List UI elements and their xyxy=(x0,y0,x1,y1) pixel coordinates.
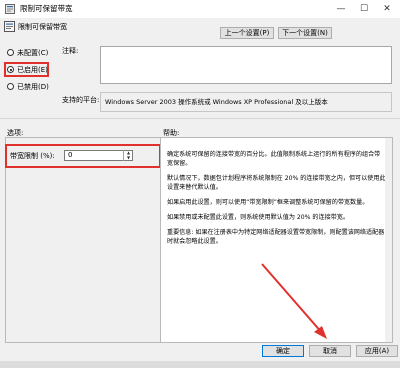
apply-button[interactable]: 应用(A) xyxy=(356,345,398,357)
cancel-button[interactable]: 取消 xyxy=(309,345,351,357)
annotation-arrow xyxy=(261,263,327,339)
ok-button[interactable]: 确定 xyxy=(262,345,304,357)
background-strip xyxy=(0,361,400,368)
